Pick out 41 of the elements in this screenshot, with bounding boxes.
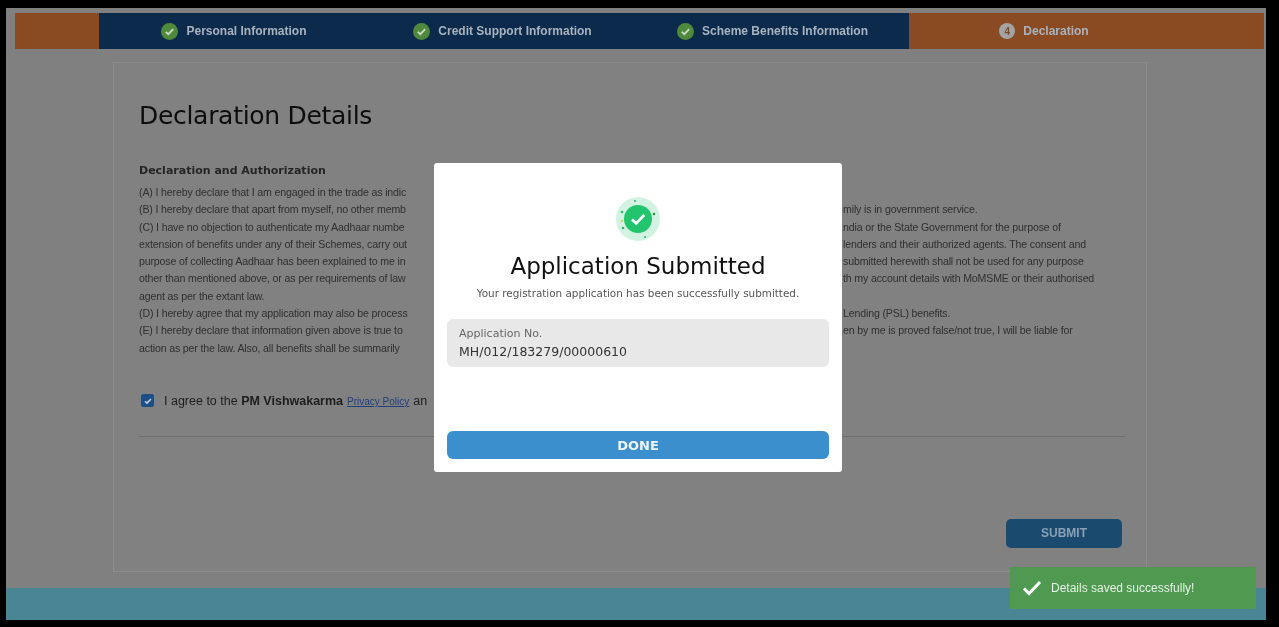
declaration-text: submitted herewith shall not be used for any purpose (843, 254, 1085, 270)
check-icon (161, 22, 179, 40)
agreement-text: an (413, 393, 428, 408)
check-icon (677, 22, 694, 40)
agree-checkbox[interactable] (141, 394, 154, 408)
declaration-text: th my account details with MoMSME or their authorised (843, 271, 1096, 287)
step-tab[interactable]: Scheme Benefits Information (636, 13, 909, 49)
check-icon (1022, 580, 1042, 596)
step-tab[interactable]: 4 Declaration (909, 13, 1179, 49)
submit-button[interactable]: SUBMIT (1006, 518, 1122, 548)
check-icon (413, 22, 431, 40)
dialog-message: Your registration application has been successfully submitted. (476, 287, 800, 299)
field-value: MH/012/183279/00000610 (459, 344, 629, 359)
declaration-text: (C) I have no objection to authenticate my Aadhaar numbe (139, 219, 406, 235)
section-heading: Declaration and Authorization (139, 164, 327, 177)
step-tab[interactable]: Credit Support Information (369, 13, 636, 49)
declaration-text: purpose of collecting Aadhaar has been explained to me in (139, 254, 407, 270)
done-button[interactable]: DONE (447, 431, 829, 459)
step-label: Credit Support Information (438, 24, 592, 38)
declaration-text: lenders and their authorized agents. The consent and (843, 236, 1087, 252)
privacy-policy-link[interactable]: Privacy Policy (347, 395, 410, 407)
declaration-text: ndia or the State Government for the purpose of (843, 219, 1062, 235)
step-tab[interactable]: Personal Information (99, 13, 369, 49)
declaration-text: mily is in government service. (843, 202, 979, 218)
dialog-title: Application Submitted (510, 253, 766, 279)
field-label: Application No. (459, 327, 544, 340)
declaration-text: agent as per the extant law. (139, 288, 266, 304)
toast-message: Details saved successfully! (1051, 581, 1195, 595)
declaration-text: action as per the law. Also, all benefits shall be summarily (139, 340, 401, 356)
step-label: Scheme Benefits Information (702, 24, 868, 38)
agreement-text: I agree to the PM Vishwakarma (164, 393, 344, 408)
step-number: 4 (999, 23, 1016, 39)
declaration-text: other than mentioned above, or as per requirements of law (139, 271, 407, 287)
declaration-text: (D) I hereby agree that my application may also be process (139, 306, 409, 322)
declaration-text: en by me is proved false/not true, I will be liable for (843, 323, 1074, 339)
step-label: Declaration (1023, 24, 1089, 38)
step-label: Personal Information (186, 24, 307, 38)
page-title: Declaration Details (139, 101, 374, 130)
declaration-text: extension of benefits under any of their Schemes, carry out (139, 236, 408, 252)
success-check-icon (614, 195, 662, 243)
declaration-text: Lending (PSL) benefits. (843, 306, 952, 322)
